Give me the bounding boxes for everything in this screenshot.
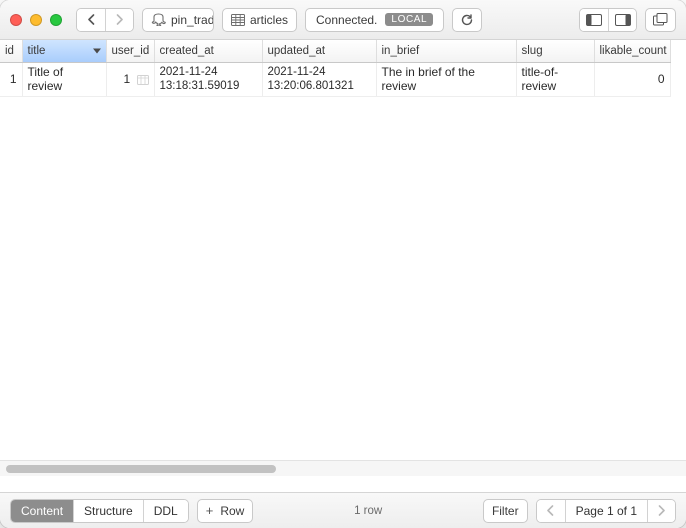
- zoom-window-button[interactable]: [50, 14, 62, 26]
- new-window-button[interactable]: [645, 8, 676, 32]
- back-button[interactable]: [77, 9, 105, 31]
- col-in-brief[interactable]: in_brief: [376, 40, 516, 62]
- connection-status: Connected. LOCAL: [305, 8, 444, 32]
- window: pin_trade articles Connected. LOCAL: [0, 0, 686, 528]
- panel-toggles: [579, 8, 637, 32]
- chevron-right-icon: [115, 14, 124, 25]
- page-indicator[interactable]: Page 1 of 1: [565, 500, 647, 522]
- cell-in-brief[interactable]: The in brief of the review: [376, 62, 516, 96]
- connection-local-badge: LOCAL: [385, 13, 433, 26]
- col-created-at[interactable]: created_at: [154, 40, 262, 62]
- add-row-label: Row: [220, 504, 244, 518]
- col-likable-count[interactable]: likable_count: [594, 40, 670, 62]
- connection-status-text: Connected.: [316, 13, 377, 27]
- col-updated-at[interactable]: updated_at: [262, 40, 376, 62]
- chevron-left-icon: [87, 14, 96, 25]
- history-nav: [76, 8, 134, 32]
- header-row: id title user_id created_at updated_at i…: [0, 40, 670, 62]
- reload-button[interactable]: [452, 8, 482, 32]
- col-id[interactable]: id: [0, 40, 22, 62]
- right-panel-icon: [615, 14, 631, 26]
- col-user-id[interactable]: user_id: [106, 40, 154, 62]
- tab-ddl[interactable]: DDL: [143, 500, 188, 522]
- cell-slug[interactable]: title-of-review: [516, 62, 594, 96]
- view-tabs: Content Structure DDL: [10, 499, 189, 523]
- table-crumb-label: articles: [250, 13, 288, 27]
- left-panel-icon: [586, 14, 602, 26]
- forward-button[interactable]: [105, 9, 133, 31]
- close-window-button[interactable]: [10, 14, 22, 26]
- chevron-left-icon: [546, 505, 555, 516]
- table-icon: [231, 14, 245, 26]
- table-row[interactable]: 1 Title of review 1 2021-11-24 13:18:31.…: [0, 62, 670, 96]
- pagination: Page 1 of 1: [536, 499, 676, 523]
- table-crumb[interactable]: articles: [222, 8, 297, 32]
- scrollbar-thumb[interactable]: [6, 465, 276, 473]
- tab-content[interactable]: Content: [11, 500, 73, 522]
- database-crumb[interactable]: pin_trade: [142, 8, 214, 32]
- tab-structure[interactable]: Structure: [73, 500, 143, 522]
- window-controls: [10, 14, 62, 26]
- filter-label: Filter: [492, 504, 519, 518]
- horizontal-scrollbar[interactable]: [0, 460, 686, 476]
- cell-created-at[interactable]: 2021-11-24 13:18:31.59019: [154, 62, 262, 96]
- row-stripes: [0, 96, 686, 460]
- cell-title[interactable]: Title of review: [22, 62, 106, 96]
- foreign-key-icon[interactable]: [137, 75, 149, 85]
- page-next-button[interactable]: [647, 500, 675, 522]
- col-slug[interactable]: slug: [516, 40, 594, 62]
- chevron-right-icon: [657, 505, 666, 516]
- cell-user-id[interactable]: 1: [106, 62, 154, 96]
- minimize-window-button[interactable]: [30, 14, 42, 26]
- filter-button[interactable]: Filter: [483, 499, 528, 523]
- col-title[interactable]: title: [22, 40, 106, 62]
- page-prev-button[interactable]: [537, 500, 565, 522]
- database-crumb-label: pin_trade: [171, 13, 214, 27]
- row-count: 1 row: [261, 505, 475, 517]
- cell-id[interactable]: 1: [0, 62, 22, 96]
- elephant-icon: [151, 13, 166, 26]
- bottom-toolbar: Content Structure DDL + Row 1 row Filter…: [0, 492, 686, 528]
- titlebar: pin_trade articles Connected. LOCAL: [0, 0, 686, 40]
- reload-icon: [460, 13, 474, 27]
- plus-icon: +: [206, 504, 214, 517]
- data-grid[interactable]: id title user_id created_at updated_at i…: [0, 40, 671, 97]
- toggle-left-panel[interactable]: [580, 9, 608, 31]
- cell-likable[interactable]: 0: [594, 62, 670, 96]
- add-row-button[interactable]: + Row: [197, 499, 254, 523]
- toggle-right-panel[interactable]: [608, 9, 636, 31]
- cell-user-id-value: 1: [123, 72, 130, 86]
- new-window-icon: [653, 13, 668, 26]
- data-grid-area: id title user_id created_at updated_at i…: [0, 40, 686, 476]
- cell-updated-at[interactable]: 2021-11-24 13:20:06.801321: [262, 62, 376, 96]
- data-grid-scroll[interactable]: id title user_id created_at updated_at i…: [0, 40, 686, 460]
